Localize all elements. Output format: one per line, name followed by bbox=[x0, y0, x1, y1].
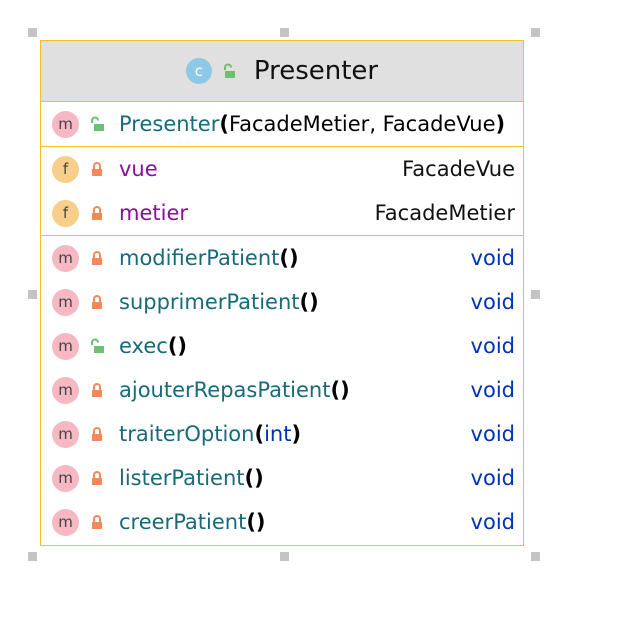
lock-closed-icon bbox=[92, 162, 102, 176]
lock-closed-icon bbox=[92, 383, 102, 397]
method-icon: m bbox=[52, 376, 79, 404]
return-type: void bbox=[470, 510, 515, 534]
field-name: vue bbox=[119, 157, 158, 181]
constructors-section: m Presenter(FacadeMetier, FacadeVue) bbox=[41, 102, 523, 147]
lock-closed-icon bbox=[92, 515, 102, 529]
field-row-metier[interactable]: f metier FacadeMetier bbox=[41, 191, 523, 235]
methods-section: m modifierPatient() void m supprimerPati… bbox=[41, 236, 523, 544]
field-icon: f bbox=[52, 199, 79, 227]
constructor-params: FacadeMetier, FacadeVue bbox=[228, 112, 496, 136]
method-parens: () bbox=[279, 246, 299, 270]
method-name: supprimerPatient bbox=[119, 290, 300, 314]
field-row-vue[interactable]: f vue FacadeVue bbox=[41, 147, 523, 191]
method-name: creerPatient bbox=[119, 510, 247, 534]
method-open-paren: ( bbox=[254, 422, 265, 446]
method-name: traiterOption bbox=[119, 422, 255, 446]
method-param-type: int bbox=[264, 422, 292, 446]
method-row-exec[interactable]: m exec() void bbox=[41, 324, 523, 368]
constructor-close-paren: ) bbox=[495, 112, 506, 136]
resize-handle-middle-right[interactable] bbox=[531, 290, 540, 299]
method-parens: () bbox=[246, 510, 266, 534]
class-name: Presenter bbox=[253, 56, 379, 86]
method-icon: m bbox=[52, 332, 79, 360]
field-name: metier bbox=[119, 201, 188, 225]
method-parens: () bbox=[299, 290, 319, 314]
method-row-traiterOption[interactable]: m traiterOption(int) void bbox=[41, 412, 523, 456]
method-close-paren: ) bbox=[291, 422, 302, 446]
class-icon: c bbox=[185, 58, 212, 84]
resize-handle-bottom-left[interactable] bbox=[28, 552, 37, 561]
return-type: void bbox=[470, 334, 515, 358]
method-name: ajouterRepasPatient bbox=[119, 378, 331, 402]
method-name: modifierPatient bbox=[119, 246, 280, 270]
return-type: void bbox=[470, 378, 515, 402]
method-row-ajouterRepasPatient[interactable]: m ajouterRepasPatient() void bbox=[41, 368, 523, 412]
resize-handle-top-left[interactable] bbox=[28, 28, 37, 37]
method-icon: m bbox=[52, 288, 79, 316]
method-icon: m bbox=[52, 244, 79, 272]
method-row-modifierPatient[interactable]: m modifierPatient() void bbox=[41, 236, 523, 280]
return-type: void bbox=[470, 466, 515, 490]
method-row-supprimerPatient[interactable]: m supprimerPatient() void bbox=[41, 280, 523, 324]
fields-section: f vue FacadeVue f metier FacadeMetier bbox=[41, 147, 523, 236]
method-parens: () bbox=[244, 466, 264, 490]
constructor-row[interactable]: m Presenter(FacadeMetier, FacadeVue) bbox=[41, 102, 523, 146]
method-row-creerPatient[interactable]: m creerPatient() void bbox=[41, 500, 523, 544]
lock-closed-icon bbox=[92, 295, 102, 309]
lock-open-icon bbox=[91, 116, 104, 131]
method-name: listerPatient bbox=[119, 466, 245, 490]
lock-closed-icon bbox=[92, 427, 102, 441]
uml-class-box[interactable]: c Presenter m Presenter(FacadeMetier, Fa… bbox=[40, 40, 524, 546]
resize-handle-middle-left[interactable] bbox=[28, 290, 37, 299]
return-type: void bbox=[470, 290, 515, 314]
field-icon: f bbox=[52, 155, 79, 183]
method-icon: m bbox=[52, 508, 79, 536]
constructor-open-paren: ( bbox=[219, 112, 229, 136]
constructor-name: Presenter bbox=[119, 112, 220, 136]
lock-closed-icon bbox=[92, 471, 102, 485]
method-icon: m bbox=[52, 110, 79, 138]
method-icon: m bbox=[52, 420, 79, 448]
class-header[interactable]: c Presenter bbox=[41, 41, 523, 102]
return-type: void bbox=[470, 422, 515, 446]
method-row-listerPatient[interactable]: m listerPatient() void bbox=[41, 456, 523, 500]
resize-handle-bottom-center[interactable] bbox=[280, 552, 289, 561]
field-type: FacadeMetier bbox=[374, 201, 515, 225]
resize-handle-bottom-right[interactable] bbox=[531, 552, 540, 561]
method-name: exec bbox=[119, 334, 168, 358]
lock-open-icon bbox=[223, 63, 235, 78]
method-parens: () bbox=[167, 334, 188, 358]
method-parens: () bbox=[330, 378, 350, 402]
lock-closed-icon bbox=[92, 206, 102, 220]
resize-handle-top-right[interactable] bbox=[531, 28, 540, 37]
field-type: FacadeVue bbox=[402, 157, 515, 181]
resize-handle-top-center[interactable] bbox=[280, 28, 289, 37]
lock-open-icon bbox=[91, 338, 104, 353]
method-icon: m bbox=[52, 464, 79, 492]
return-type: void bbox=[470, 246, 515, 270]
lock-closed-icon bbox=[92, 251, 102, 265]
